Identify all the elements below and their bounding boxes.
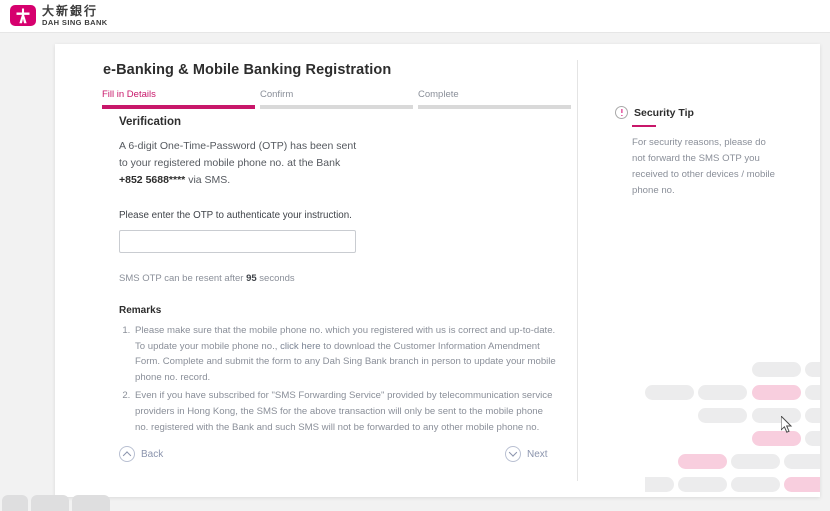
- decorative-pill: [805, 385, 820, 400]
- decorative-pill: [752, 431, 801, 446]
- decorative-pill: [678, 477, 727, 492]
- bottom-tab[interactable]: [2, 495, 28, 511]
- back-button-label: Back: [141, 448, 164, 460]
- step-complete[interactable]: Complete: [418, 89, 571, 109]
- decorative-pill: [678, 454, 727, 469]
- browser-bottom-tabs: [0, 495, 110, 511]
- list-item: Even if you have subscribed for "SMS For…: [133, 388, 558, 435]
- remarks-list: Please make sure that the mobile phone n…: [119, 323, 558, 435]
- click-here-link[interactable]: click here: [280, 341, 321, 352]
- decorative-pill: [784, 477, 820, 492]
- otp-message-part1: A 6-digit One-Time-Password (OTP) has be…: [119, 140, 357, 169]
- decorative-pill: [805, 431, 820, 446]
- chevron-down-circle-icon: [505, 446, 521, 462]
- remark-text: Even if you have subscribed for "SMS For…: [135, 390, 553, 433]
- step-label: Confirm: [260, 89, 294, 100]
- decorative-pill: [645, 385, 694, 400]
- logo-english-name: DAH SING BANK: [42, 18, 108, 27]
- registration-stepper: Fill in Details Confirm Complete: [102, 89, 572, 109]
- decorative-pill: [752, 362, 801, 377]
- back-button[interactable]: Back: [119, 446, 163, 462]
- decorative-pill: [752, 408, 801, 423]
- bottom-tab[interactable]: [31, 495, 69, 511]
- dah-sing-bank-logo-icon: [10, 5, 36, 27]
- next-button-label: Next: [527, 448, 548, 460]
- step-confirm[interactable]: Confirm: [260, 89, 413, 109]
- verification-section: Verification A 6-digit One-Time-Password…: [119, 116, 589, 438]
- step-fill-in-details[interactable]: Fill in Details: [102, 89, 255, 109]
- page-title: e-Banking & Mobile Banking Registration: [103, 62, 392, 78]
- decorative-pill: [784, 454, 820, 469]
- security-tip-title: Security Tip: [634, 106, 694, 119]
- step-progress-bar: [418, 105, 571, 109]
- decorative-pill: [805, 362, 820, 377]
- resend-prefix: SMS OTP can be resent after: [119, 273, 247, 284]
- otp-resend-timer: SMS OTP can be resent after 95 seconds: [119, 273, 589, 284]
- step-label: Complete: [418, 89, 459, 100]
- otp-input[interactable]: [119, 230, 356, 253]
- security-tip-panel: Security Tip For security reasons, pleas…: [615, 106, 775, 199]
- decorative-pill: [698, 385, 747, 400]
- list-item: Please make sure that the mobile phone n…: [133, 323, 558, 385]
- main-content-card: e-Banking & Mobile Banking Registration …: [55, 44, 820, 497]
- decorative-pill: [731, 477, 780, 492]
- resend-suffix: seconds: [256, 273, 295, 284]
- resend-seconds: 95: [246, 273, 257, 284]
- decorative-pill: [698, 408, 747, 423]
- decorative-pill: [752, 385, 801, 400]
- remarks-heading: Remarks: [119, 305, 162, 316]
- step-progress-bar: [260, 105, 413, 109]
- otp-prompt-label: Please enter the OTP to authenticate you…: [119, 210, 352, 221]
- decorative-pill: [731, 454, 780, 469]
- next-button[interactable]: Next: [505, 446, 548, 462]
- app-header: 大新銀行 DAH SING BANK: [0, 0, 830, 33]
- bank-logo[interactable]: 大新銀行 DAH SING BANK: [10, 5, 108, 27]
- masked-phone-number: +852 5688****: [119, 174, 186, 186]
- decorative-pill: [645, 477, 674, 492]
- bottom-tab[interactable]: [72, 495, 110, 511]
- info-exclamation-circle-icon: [615, 106, 628, 119]
- step-progress-bar: [102, 105, 255, 109]
- decorative-pill-pattern: [645, 362, 820, 497]
- step-label: Fill in Details: [102, 89, 156, 100]
- security-tip-underline: [632, 125, 656, 127]
- security-tip-body: For security reasons, please do not forw…: [632, 137, 775, 196]
- security-tip-header: Security Tip: [615, 106, 775, 119]
- verification-heading: Verification: [119, 116, 181, 128]
- column-divider: [577, 60, 578, 481]
- otp-sent-message: A 6-digit One-Time-Password (OTP) has be…: [119, 138, 359, 189]
- logo-text: 大新銀行 DAH SING BANK: [42, 5, 108, 27]
- chevron-up-circle-icon: [119, 446, 135, 462]
- decorative-pill: [805, 408, 820, 423]
- logo-chinese-name: 大新銀行: [42, 4, 99, 18]
- otp-message-part2: via SMS.: [185, 174, 231, 186]
